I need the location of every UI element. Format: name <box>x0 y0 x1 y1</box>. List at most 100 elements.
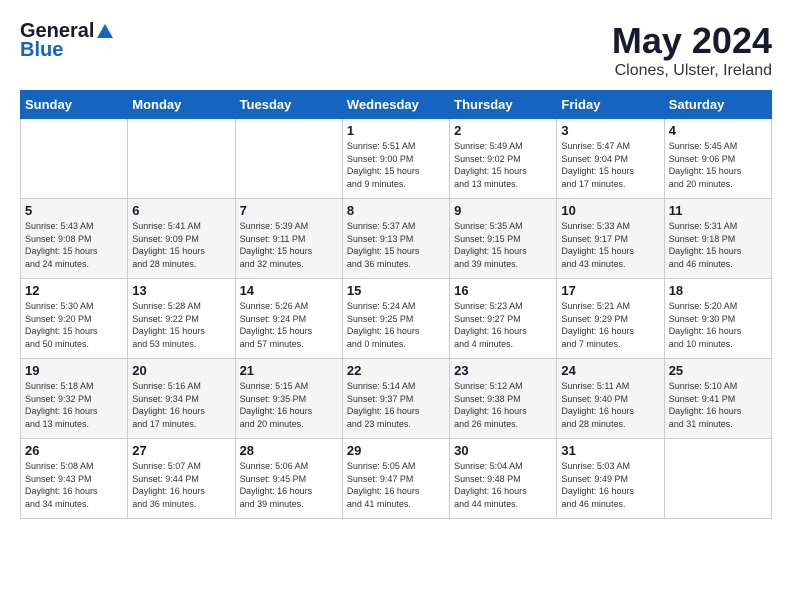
day-number: 21 <box>240 363 338 378</box>
calendar-cell: 29 Sunrise: 5:05 AM Sunset: 9:47 PM Dayli… <box>342 439 449 519</box>
day-info: Sunrise: 5:05 AM Sunset: 9:47 PM Dayligh… <box>347 460 445 510</box>
calendar-cell: 17Sunrise: 5:21 AM Sunset: 9:29 PM Dayli… <box>557 279 664 359</box>
weekday-header-monday: Monday <box>128 91 235 119</box>
logo: General Blue <box>20 20 116 62</box>
title-block: May 2024 Clones, Ulster, Ireland <box>612 20 772 80</box>
day-number: 23 <box>454 363 552 378</box>
weekday-header-saturday: Saturday <box>664 91 771 119</box>
calendar-cell: 2 Sunrise: 5:49 AM Sunset: 9:02 PM Daylig… <box>450 119 557 199</box>
day-number: 18 <box>669 283 767 298</box>
day-number: 8 <box>347 203 445 218</box>
day-info: Sunrise: 5:51 AM Sunset: 9:00 PM Dayligh… <box>347 140 445 190</box>
week-row-1: 1 Sunrise: 5:51 AM Sunset: 9:00 PM Daylig… <box>21 119 772 199</box>
calendar-cell <box>128 119 235 199</box>
day-number: 15 <box>347 283 445 298</box>
day-info: Sunrise: 5:31 AM Sunset: 9:18 PM Dayligh… <box>669 220 767 270</box>
calendar-table: SundayMondayTuesdayWednesdayThursdayFrid… <box>20 90 772 519</box>
calendar-cell <box>235 119 342 199</box>
calendar-cell: 3 Sunrise: 5:47 AM Sunset: 9:04 PM Daylig… <box>557 119 664 199</box>
day-info: Sunrise: 5:12 AM Sunset: 9:38 PM Dayligh… <box>454 380 552 430</box>
day-number: 19 <box>25 363 123 378</box>
calendar-cell: 5Sunrise: 5:43 AM Sunset: 9:08 PM Daylig… <box>21 199 128 279</box>
day-number: 7 <box>240 203 338 218</box>
day-number: 14 <box>240 283 338 298</box>
calendar-cell: 28 Sunrise: 5:06 AM Sunset: 9:45 PM Dayli… <box>235 439 342 519</box>
weekday-header-sunday: Sunday <box>21 91 128 119</box>
calendar-cell: 13 Sunrise: 5:28 AM Sunset: 9:22 PM Dayli… <box>128 279 235 359</box>
day-number: 9 <box>454 203 552 218</box>
weekday-header-wednesday: Wednesday <box>342 91 449 119</box>
day-info: Sunrise: 5:35 AM Sunset: 9:15 PM Dayligh… <box>454 220 552 270</box>
day-number: 30 <box>454 443 552 458</box>
day-info: Sunrise: 5:24 AM Sunset: 9:25 PM Dayligh… <box>347 300 445 350</box>
day-number: 25 <box>669 363 767 378</box>
day-info: Sunrise: 5:15 AM Sunset: 9:35 PM Dayligh… <box>240 380 338 430</box>
logo-icon <box>95 22 115 42</box>
day-number: 26 <box>25 443 123 458</box>
calendar-cell: 16 Sunrise: 5:23 AM Sunset: 9:27 PM Dayli… <box>450 279 557 359</box>
week-row-4: 19 Sunrise: 5:18 AM Sunset: 9:32 PM Dayli… <box>21 359 772 439</box>
day-number: 28 <box>240 443 338 458</box>
calendar-cell <box>21 119 128 199</box>
calendar-cell: 22 Sunrise: 5:14 AM Sunset: 9:37 PM Dayli… <box>342 359 449 439</box>
weekday-header-row: SundayMondayTuesdayWednesdayThursdayFrid… <box>21 91 772 119</box>
calendar-cell: 25 Sunrise: 5:10 AM Sunset: 9:41 PM Dayli… <box>664 359 771 439</box>
day-number: 13 <box>132 283 230 298</box>
day-info: Sunrise: 5:07 AM Sunset: 9:44 PM Dayligh… <box>132 460 230 510</box>
calendar-cell: 30 Sunrise: 5:04 AM Sunset: 9:48 PM Dayli… <box>450 439 557 519</box>
day-number: 6 <box>132 203 230 218</box>
day-number: 3 <box>561 123 659 138</box>
calendar-cell: 14Sunrise: 5:26 AM Sunset: 9:24 PM Dayli… <box>235 279 342 359</box>
day-number: 1 <box>347 123 445 138</box>
calendar-cell: 24Sunrise: 5:11 AM Sunset: 9:40 PM Dayli… <box>557 359 664 439</box>
day-info: Sunrise: 5:10 AM Sunset: 9:41 PM Dayligh… <box>669 380 767 430</box>
day-info: Sunrise: 5:45 AM Sunset: 9:06 PM Dayligh… <box>669 140 767 190</box>
calendar-cell: 6 Sunrise: 5:41 AM Sunset: 9:09 PM Daylig… <box>128 199 235 279</box>
day-info: Sunrise: 5:47 AM Sunset: 9:04 PM Dayligh… <box>561 140 659 190</box>
location: Clones, Ulster, Ireland <box>612 62 772 80</box>
day-info: Sunrise: 5:41 AM Sunset: 9:09 PM Dayligh… <box>132 220 230 270</box>
day-number: 16 <box>454 283 552 298</box>
day-number: 4 <box>669 123 767 138</box>
weekday-header-tuesday: Tuesday <box>235 91 342 119</box>
calendar-cell: 11 Sunrise: 5:31 AM Sunset: 9:18 PM Dayli… <box>664 199 771 279</box>
day-number: 22 <box>347 363 445 378</box>
calendar-cell: 26 Sunrise: 5:08 AM Sunset: 9:43 PM Dayli… <box>21 439 128 519</box>
calendar-cell: 27 Sunrise: 5:07 AM Sunset: 9:44 PM Dayli… <box>128 439 235 519</box>
day-info: Sunrise: 5:18 AM Sunset: 9:32 PM Dayligh… <box>25 380 123 430</box>
weekday-header-thursday: Thursday <box>450 91 557 119</box>
day-info: Sunrise: 5:49 AM Sunset: 9:02 PM Dayligh… <box>454 140 552 190</box>
weekday-header-friday: Friday <box>557 91 664 119</box>
day-info: Sunrise: 5:03 AM Sunset: 9:49 PM Dayligh… <box>561 460 659 510</box>
day-number: 2 <box>454 123 552 138</box>
day-info: Sunrise: 5:08 AM Sunset: 9:43 PM Dayligh… <box>25 460 123 510</box>
calendar-cell: 20 Sunrise: 5:16 AM Sunset: 9:34 PM Dayli… <box>128 359 235 439</box>
calendar-cell: 23 Sunrise: 5:12 AM Sunset: 9:38 PM Dayli… <box>450 359 557 439</box>
page-header: General Blue May 2024 Clones, Ulster, Ir… <box>20 20 772 80</box>
day-info: Sunrise: 5:28 AM Sunset: 9:22 PM Dayligh… <box>132 300 230 350</box>
month-title: May 2024 <box>612 20 772 62</box>
day-info: Sunrise: 5:39 AM Sunset: 9:11 PM Dayligh… <box>240 220 338 270</box>
day-info: Sunrise: 5:23 AM Sunset: 9:27 PM Dayligh… <box>454 300 552 350</box>
day-number: 20 <box>132 363 230 378</box>
calendar-cell: 19 Sunrise: 5:18 AM Sunset: 9:32 PM Dayli… <box>21 359 128 439</box>
day-info: Sunrise: 5:43 AM Sunset: 9:08 PM Dayligh… <box>25 220 123 270</box>
day-info: Sunrise: 5:33 AM Sunset: 9:17 PM Dayligh… <box>561 220 659 270</box>
day-info: Sunrise: 5:04 AM Sunset: 9:48 PM Dayligh… <box>454 460 552 510</box>
day-number: 27 <box>132 443 230 458</box>
day-number: 29 <box>347 443 445 458</box>
day-info: Sunrise: 5:11 AM Sunset: 9:40 PM Dayligh… <box>561 380 659 430</box>
day-info: Sunrise: 5:06 AM Sunset: 9:45 PM Dayligh… <box>240 460 338 510</box>
logo-blue-text: Blue <box>20 39 63 62</box>
calendar-cell: 8 Sunrise: 5:37 AM Sunset: 9:13 PM Daylig… <box>342 199 449 279</box>
day-number: 11 <box>669 203 767 218</box>
day-info: Sunrise: 5:21 AM Sunset: 9:29 PM Dayligh… <box>561 300 659 350</box>
calendar-cell: 12Sunrise: 5:30 AM Sunset: 9:20 PM Dayli… <box>21 279 128 359</box>
week-row-3: 12Sunrise: 5:30 AM Sunset: 9:20 PM Dayli… <box>21 279 772 359</box>
day-info: Sunrise: 5:16 AM Sunset: 9:34 PM Dayligh… <box>132 380 230 430</box>
day-info: Sunrise: 5:14 AM Sunset: 9:37 PM Dayligh… <box>347 380 445 430</box>
calendar-cell: 31Sunrise: 5:03 AM Sunset: 9:49 PM Dayli… <box>557 439 664 519</box>
day-number: 10 <box>561 203 659 218</box>
day-info: Sunrise: 5:37 AM Sunset: 9:13 PM Dayligh… <box>347 220 445 270</box>
calendar-cell: 15 Sunrise: 5:24 AM Sunset: 9:25 PM Dayli… <box>342 279 449 359</box>
